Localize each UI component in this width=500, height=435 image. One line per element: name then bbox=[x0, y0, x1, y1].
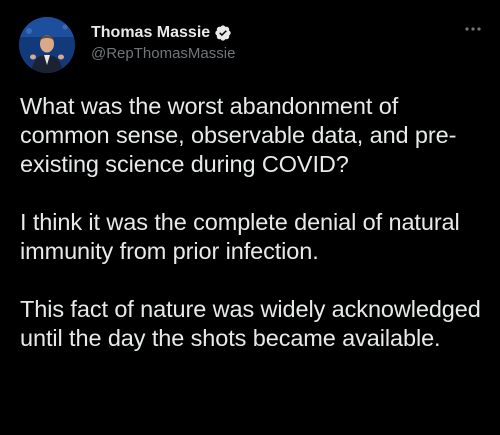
avatar[interactable] bbox=[19, 17, 75, 73]
verified-badge-icon bbox=[214, 24, 232, 42]
tweet-text: What was the worst abandonment of common… bbox=[20, 92, 490, 382]
tweet-paragraph: What was the worst abandonment of common… bbox=[20, 93, 457, 177]
author-handle[interactable]: @RepThomasMassie bbox=[91, 45, 235, 62]
tweet-paragraph: This fact of nature was widely acknowled… bbox=[20, 296, 481, 351]
more-options-icon[interactable] bbox=[462, 18, 484, 40]
author-display-name[interactable]: Thomas Massie bbox=[91, 24, 210, 42]
tweet-paragraph: I think it was the complete denial of na… bbox=[20, 209, 460, 264]
author-name-row: Thomas Massie bbox=[91, 22, 232, 44]
avatar-image bbox=[19, 17, 75, 73]
tweet-card: Thomas Massie @RepThomasMassie What was … bbox=[0, 0, 500, 435]
